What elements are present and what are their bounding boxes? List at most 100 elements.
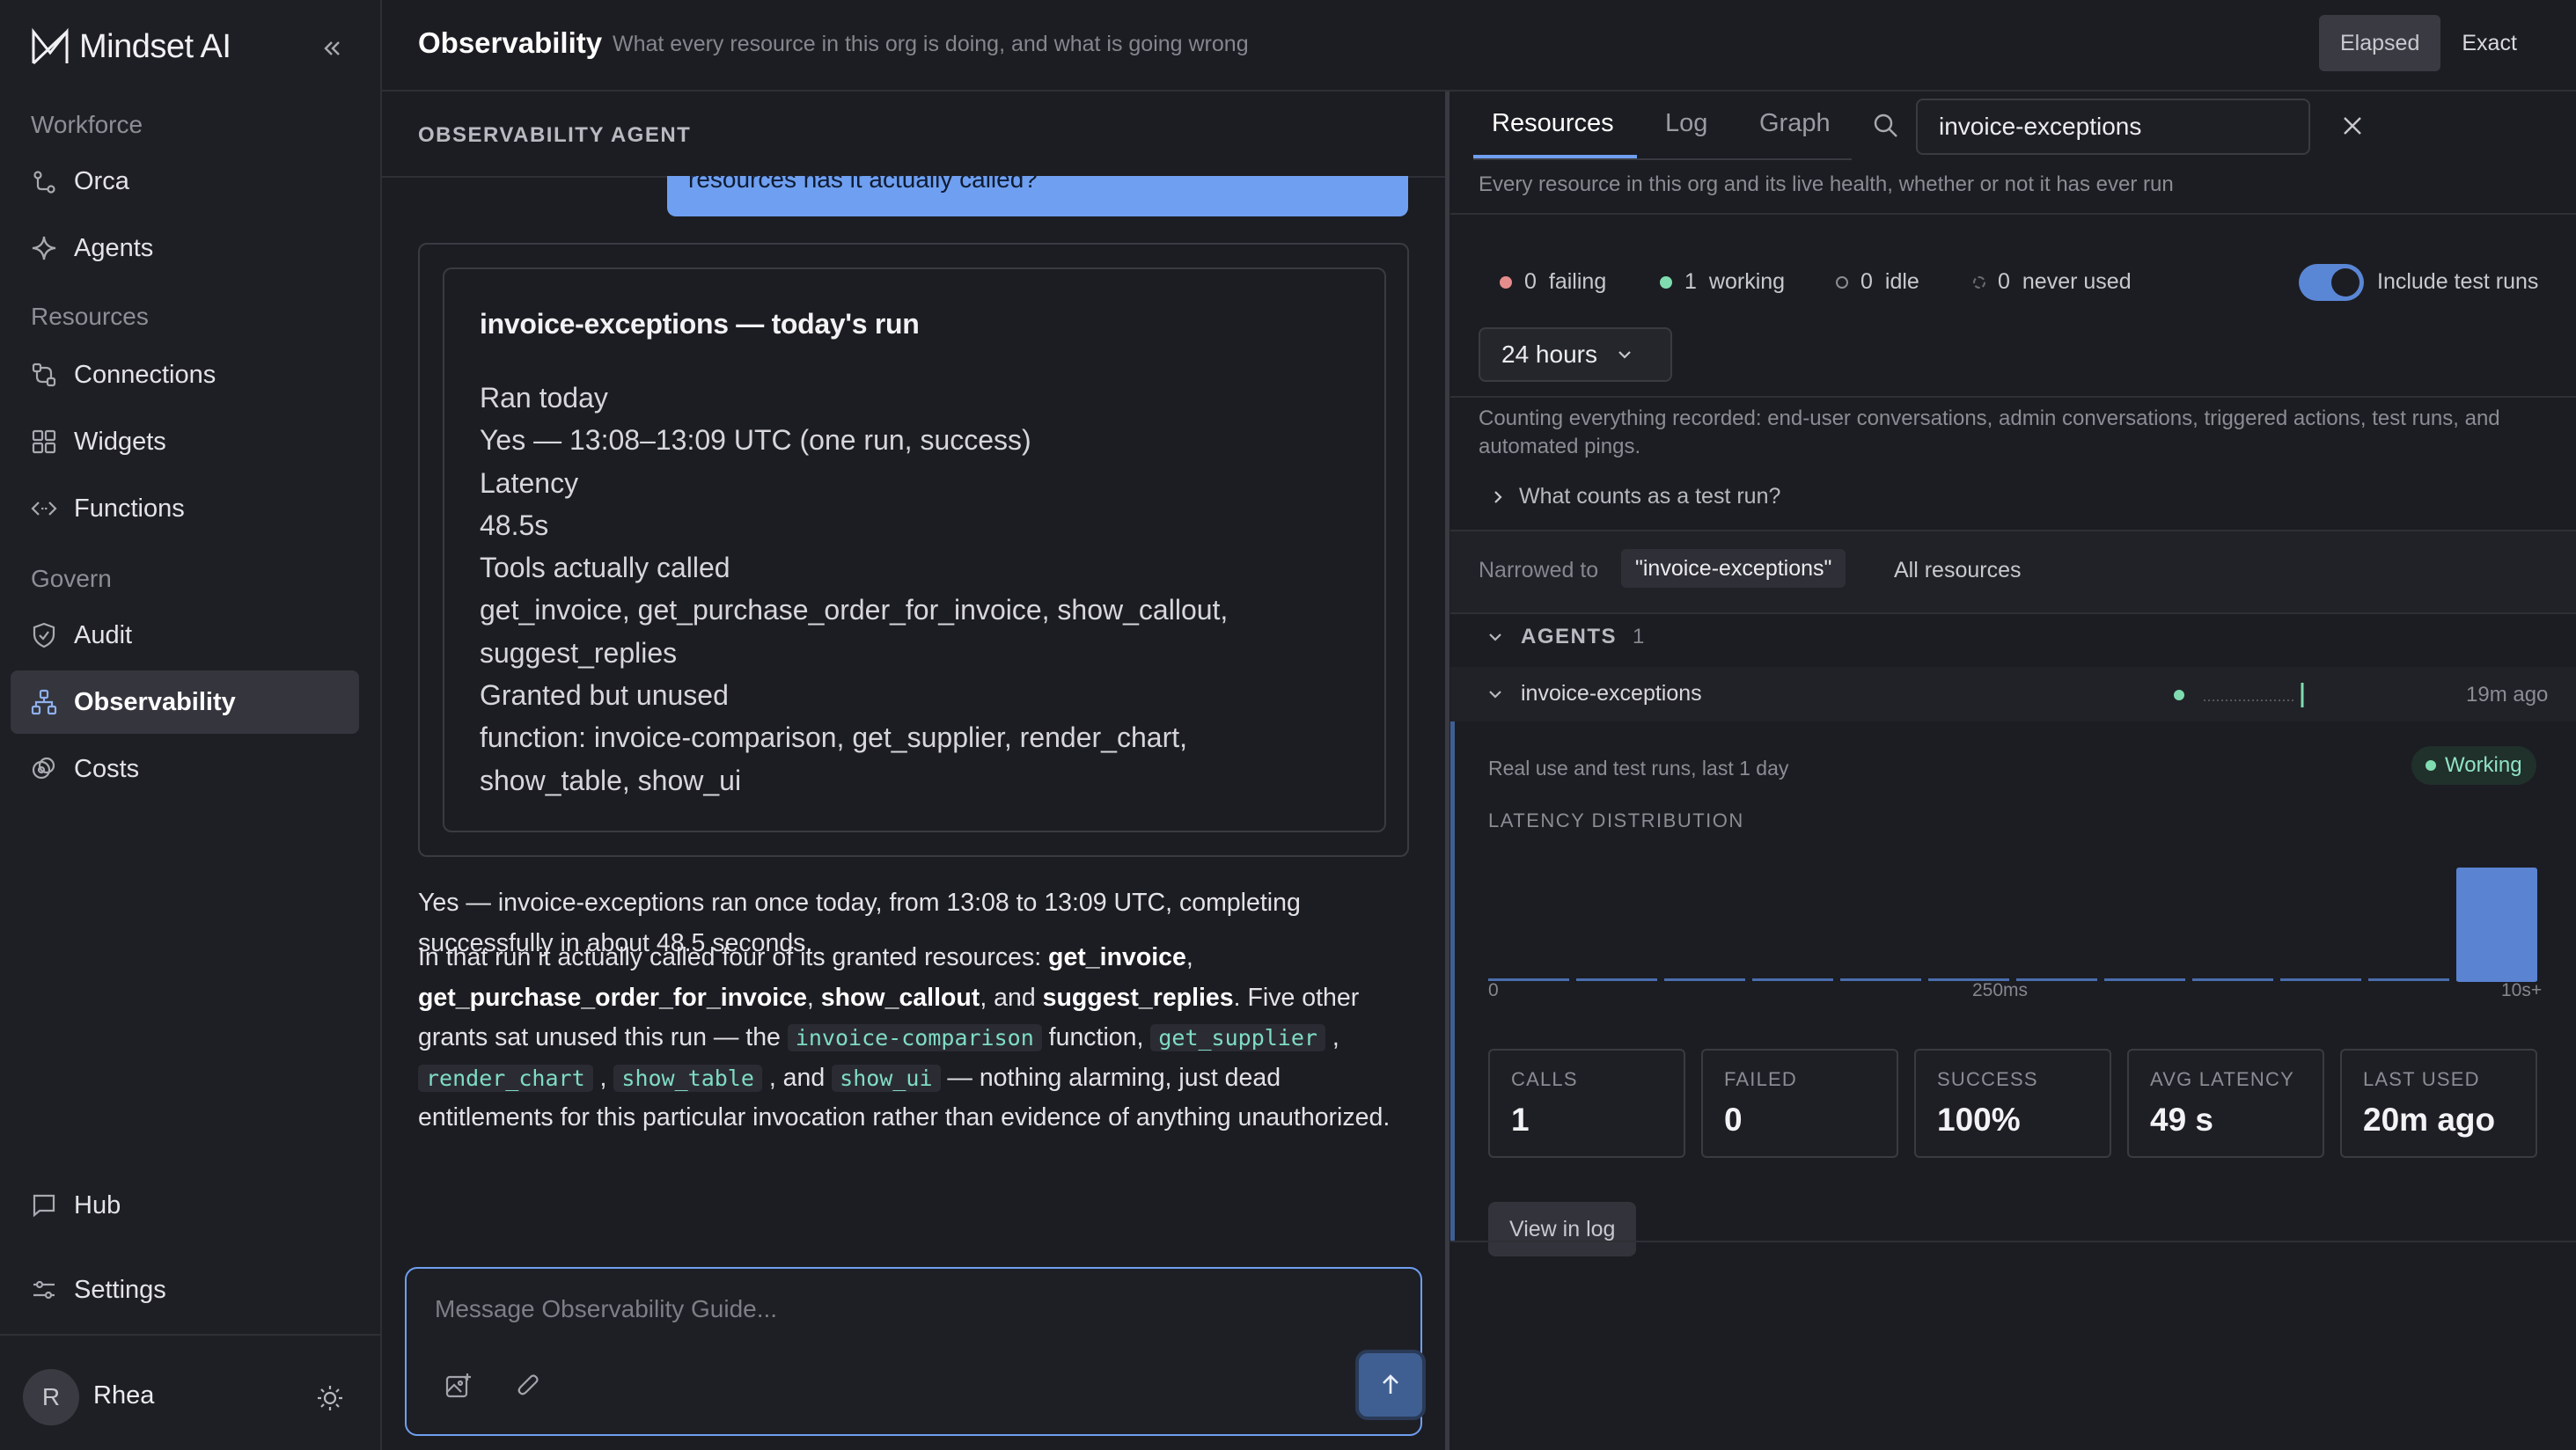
status-badge: Working	[2411, 746, 2536, 785]
card-line: Latency	[480, 466, 579, 499]
agents-group-header[interactable]: AGENTS 1	[1486, 625, 1644, 649]
search-icon	[1874, 114, 1897, 137]
chevron-right-icon	[1494, 490, 1502, 503]
metric-success: SUCCESS 100%	[1914, 1049, 2111, 1158]
coins-icon	[32, 757, 55, 780]
mindset-logo-icon	[32, 27, 69, 65]
close-icon[interactable]	[2339, 113, 2366, 139]
divider	[1450, 612, 2576, 614]
histogram-baseline	[1576, 978, 1657, 981]
page-subtitle: What every resource in this org is doing…	[613, 32, 1249, 56]
sidebar-item-label: Settings	[74, 1275, 166, 1304]
avatar[interactable]: R	[23, 1369, 79, 1425]
sidebar-item-orca[interactable]: Orca	[11, 150, 359, 213]
card-line: Yes — 13:08–13:09 UTC (one run, success)	[480, 424, 1031, 457]
resource-name: invoice-exceptions	[1486, 681, 1702, 707]
histogram-baseline	[2192, 978, 2273, 981]
exact-toggle[interactable]: Exact	[2440, 15, 2538, 71]
connections-icon	[32, 362, 56, 387]
inline-code: invoice-comparison	[787, 1024, 1042, 1051]
page-header: Observability What every resource in thi…	[382, 0, 2576, 92]
brand-name: Mindset AI	[79, 27, 231, 65]
message-composer[interactable]: Message Observability Guide...	[405, 1267, 1426, 1436]
card-title: invoice-exceptions — today's run	[480, 308, 920, 340]
sidebar-item-agents[interactable]: Agents	[11, 216, 359, 280]
sidebar-item-widgets[interactable]: Widgets	[11, 410, 359, 473]
user-message: resources has it actually called?	[667, 176, 1408, 216]
divider	[1450, 396, 2576, 398]
sidebar-item-label: Widgets	[74, 427, 166, 456]
stat-working[interactable]: 1 working	[1660, 269, 1785, 295]
histogram-baseline	[2280, 978, 2361, 981]
network-icon	[31, 689, 57, 715]
card-line: Ran today	[480, 382, 608, 414]
grid-icon	[32, 429, 56, 454]
histogram-baseline	[1488, 978, 1569, 981]
panel-resize-handle[interactable]	[1445, 92, 1449, 1450]
card-lines: Ran today Yes — 13:08–13:09 UTC (one run…	[480, 377, 1228, 802]
brand[interactable]: Mindset AI	[30, 26, 231, 67]
sun-icon[interactable]	[315, 1383, 345, 1413]
tab-resources[interactable]: Resources	[1492, 109, 1614, 138]
resource-row[interactable]: invoice-exceptions 19m ago	[1450, 667, 2576, 721]
card-line: Tools actually called	[480, 552, 730, 584]
collapse-sidebar-icon[interactable]	[319, 35, 345, 62]
sidebar-item-settings[interactable]: Settings	[11, 1258, 359, 1322]
divider	[1450, 213, 2576, 215]
stat-never-used[interactable]: 0 never used	[1973, 269, 2132, 295]
inline-code: get_supplier	[1150, 1024, 1325, 1051]
chevron-down-icon	[1489, 690, 1501, 699]
latency-distribution-label: LATENCY DISTRIBUTION	[1488, 809, 1744, 831]
resource-last-active: 19m ago	[2466, 683, 2549, 707]
sidebar-item-hub[interactable]: Hub	[11, 1174, 359, 1237]
metric-failed: FAILED 0	[1701, 1049, 1898, 1158]
sidebar-item-functions[interactable]: Functions	[11, 477, 359, 540]
inline-code: render_chart	[418, 1064, 593, 1092]
tab-graph[interactable]: Graph	[1759, 109, 1831, 138]
stat-failing[interactable]: 0 failing	[1500, 269, 1606, 295]
histogram-baseline	[2016, 978, 2097, 981]
orca-icon	[33, 171, 55, 194]
view-in-log-button[interactable]: View in log	[1488, 1202, 1637, 1256]
resource-detail: Real use and test runs, last 1 day Worki…	[1450, 721, 2576, 1256]
page-title: Observability	[418, 26, 603, 59]
message-input[interactable]: Message Observability Guide...	[435, 1295, 777, 1323]
image-upload-icon[interactable]	[444, 1371, 473, 1401]
narrowed-label: Narrowed to	[1479, 558, 1599, 582]
histogram-bar[interactable]	[2456, 868, 2537, 982]
time-range-select[interactable]: 24 hours	[1479, 327, 1672, 382]
chevron-down-icon	[1489, 633, 1501, 641]
failing-dot-icon	[1500, 275, 1512, 289]
sparkle-icon	[32, 236, 56, 260]
sidebar-item-audit[interactable]: Audit	[11, 604, 359, 667]
sidebar-item-costs[interactable]: Costs	[11, 737, 359, 801]
never-used-dot-icon	[1973, 275, 1985, 289]
user-name[interactable]: Rhea	[93, 1381, 154, 1410]
search-input[interactable]: invoice-exceptions	[1916, 99, 2310, 155]
observability-agent-panel: OBSERVABILITY AGENT resources has it act…	[382, 92, 1447, 1450]
user-message-text: resources has it actually called?	[688, 176, 1038, 193]
inline-code: show_ui	[832, 1064, 941, 1092]
shield-icon	[33, 622, 55, 648]
sidebar-item-label: Orca	[74, 166, 129, 195]
narrowed-chip[interactable]: "invoice-exceptions"	[1621, 549, 1846, 588]
include-test-runs-toggle[interactable]	[2299, 264, 2364, 301]
divider	[1450, 1241, 2576, 1242]
send-button[interactable]	[1355, 1350, 1426, 1420]
metric-calls: CALLS 1	[1488, 1049, 1685, 1158]
sidebar-item-observability[interactable]: Observability	[11, 670, 359, 734]
paperclip-icon[interactable]	[514, 1371, 544, 1401]
all-resources-link[interactable]: All resources	[1894, 558, 2022, 583]
tab-log[interactable]: Log	[1665, 109, 1707, 138]
x-tick-label: 10s+	[2501, 980, 2543, 1000]
agents-count: 1	[1633, 625, 1645, 648]
sidebar-item-connections[interactable]: Connections	[11, 343, 359, 406]
what-counts-disclosure[interactable]: What counts as a test run?	[1489, 484, 1780, 509]
card-line: get_invoice, get_purchase_order_for_invo…	[480, 594, 1229, 626]
active-tab-indicator	[1473, 155, 1637, 158]
idle-dot-icon	[1836, 275, 1848, 289]
sidebar-item-label: Functions	[74, 494, 185, 523]
stat-idle[interactable]: 0 idle	[1836, 269, 1919, 295]
elapsed-toggle[interactable]: Elapsed	[2319, 15, 2441, 71]
inline-code: show_table	[613, 1064, 762, 1092]
